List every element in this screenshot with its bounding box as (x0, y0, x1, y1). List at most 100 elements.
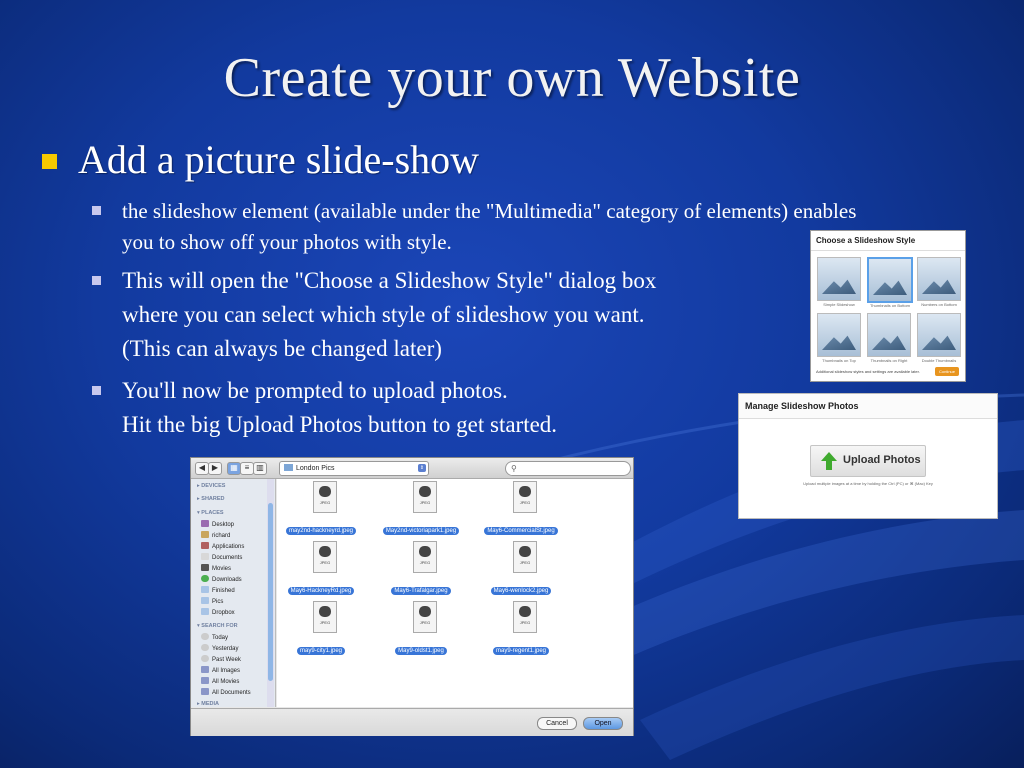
location-select[interactable]: London Pics ⇕ (279, 461, 429, 476)
smart-folder-icon (201, 688, 209, 695)
sub-bullet-line: you to show off your photos with style. (122, 230, 452, 254)
open-button[interactable]: Open (583, 717, 623, 730)
sidebar-item-home[interactable]: richard (201, 531, 230, 539)
sidebar: ▸ DEVICES ▸ SHARED ▾ PLACES Desktop rich… (191, 479, 276, 707)
jpeg-file-icon: JPEG (313, 541, 337, 573)
applications-icon (201, 542, 209, 549)
search-input[interactable]: ⚲ (505, 461, 631, 476)
style-dialog-title: Choose a Slideshow Style (811, 231, 965, 251)
sidebar-item-downloads[interactable]: Downloads (201, 575, 242, 583)
file-item[interactable]: JPEG may9-regent1.jpeg (477, 599, 565, 659)
file-name: May6-HackneyRd.jpeg (287, 587, 355, 595)
sidebar-item-movies[interactable]: Movies (201, 564, 231, 572)
sidebar-item-dropbox[interactable]: Dropbox (201, 608, 235, 616)
column-view-button[interactable]: ▥ (253, 462, 267, 475)
sub-bullet-line: Hit the big Upload Photos button to get … (122, 412, 558, 437)
file-item[interactable]: JPEG may2nd-hackneyrd.jpeg (277, 479, 365, 539)
file-name: May2nd-victoriapark1.jpeg (382, 527, 460, 535)
sub-bullet-icon (92, 276, 101, 285)
upload-arrow-icon (821, 452, 837, 470)
sidebar-section-places[interactable]: ▾ PLACES (197, 510, 224, 516)
style-caption: Double Thumbnails (921, 358, 957, 363)
continue-button[interactable]: Continue (935, 367, 959, 376)
folder-icon (201, 597, 209, 604)
file-item[interactable]: JPEG May2nd-victoriapark1.jpeg (377, 479, 465, 539)
jpeg-file-icon: JPEG (313, 481, 337, 513)
sidebar-item-finished[interactable]: Finished (201, 586, 235, 594)
cancel-button[interactable]: Cancel (537, 717, 577, 730)
file-name: May9-oldst1.jpeg (395, 647, 447, 655)
sidebar-item-desktop[interactable]: Desktop (201, 520, 234, 528)
sidebar-section-devices[interactable]: ▸ DEVICES (197, 483, 225, 489)
file-name: may9-city1.jpeg (296, 647, 346, 655)
sidebar-item-pics[interactable]: Pics (201, 597, 223, 605)
search-icon: ⚲ (511, 464, 517, 473)
style-caption: Thumbnails on Bottom (869, 303, 911, 308)
file-item[interactable]: JPEG May9-oldst1.jpeg (377, 599, 465, 659)
sidebar-section-media[interactable]: ▸ MEDIA (197, 701, 219, 707)
sidebar-item-all-documents[interactable]: All Documents (201, 688, 251, 696)
sub-bullet-icon (92, 206, 101, 215)
style-option-thumbs-right[interactable]: Thumbnails on Right (867, 313, 911, 363)
clock-icon (201, 644, 209, 651)
home-icon (201, 531, 209, 538)
style-option-simple[interactable]: Simple Slideshow (817, 257, 861, 307)
dialog-footer: Cancel Open (191, 708, 633, 736)
forward-button[interactable]: ▶ (208, 462, 222, 475)
smart-folder-icon (201, 666, 209, 673)
slide-title: Create your own Website (223, 47, 801, 109)
sidebar-item-applications[interactable]: Applications (201, 542, 244, 550)
file-name: May6-CommercialSt.jpeg (484, 527, 558, 535)
dialog-toolbar: ◀ ▶ ▦ ≡ ▥ London Pics ⇕ ⚲ (191, 458, 633, 479)
slideshow-style-dialog: Choose a Slideshow Style Simple Slidesho… (810, 230, 966, 382)
file-item[interactable]: JPEG may9-city1.jpeg (277, 599, 365, 659)
file-item[interactable]: JPEG May6-Trafalgar.jpeg (377, 539, 465, 599)
jpeg-file-icon: JPEG (313, 601, 337, 633)
file-grid: JPEG may2nd-hackneyrd.jpeg JPEG May2nd-vic… (277, 479, 633, 707)
sidebar-section-shared[interactable]: ▸ SHARED (197, 496, 225, 502)
jpeg-file-icon: JPEG (513, 481, 537, 513)
sub-bullet-icon (92, 386, 101, 395)
file-name: May6-Trafalgar.jpeg (391, 587, 451, 595)
list-view-button[interactable]: ≡ (240, 462, 254, 475)
folder-icon (284, 464, 293, 471)
file-item[interactable]: JPEG May6-HackneyRd.jpeg (277, 539, 365, 599)
file-item[interactable]: JPEG May6-wenlock2.jpeg (477, 539, 565, 599)
style-option-numbers-bottom[interactable]: Numbers on Bottom (917, 257, 961, 307)
style-option-thumbs-top[interactable]: Thumbnails on Top (817, 313, 861, 363)
clock-icon (201, 633, 209, 640)
sidebar-section-search-for[interactable]: ▾ SEARCH FOR (197, 623, 238, 629)
chevron-updown-icon: ⇕ (418, 464, 426, 472)
documents-icon (201, 553, 209, 560)
sidebar-item-today[interactable]: Today (201, 633, 228, 641)
file-item[interactable]: JPEG May6-CommercialSt.jpeg (477, 479, 565, 539)
manage-dialog-title: Manage Slideshow Photos (739, 394, 997, 419)
folder-icon (201, 586, 209, 593)
folder-icon (201, 608, 209, 615)
style-option-thumbs-bottom[interactable]: Thumbnails on Bottom (867, 257, 913, 308)
file-name: may2nd-hackneyrd.jpeg (285, 527, 357, 535)
sub-bullet-line: the slideshow element (available under t… (122, 199, 857, 223)
file-name: May6-wenlock2.jpeg (490, 587, 552, 595)
sidebar-item-all-images[interactable]: All Images (201, 666, 240, 674)
bullet-text: Add a picture slide-show (78, 137, 480, 182)
sidebar-item-documents[interactable]: Documents (201, 553, 242, 561)
jpeg-file-icon: JPEG (413, 541, 437, 573)
sub-bullet-line: You'll now be prompted to upload photos. (122, 378, 508, 403)
upload-photos-button[interactable]: Upload Photos (810, 445, 926, 477)
smart-folder-icon (201, 677, 209, 684)
back-button[interactable]: ◀ (195, 462, 209, 475)
sidebar-scrollbar-thumb[interactable] (268, 503, 273, 681)
style-footnote: Additional slideshow styles and settings… (816, 369, 920, 374)
bullet-square-icon (42, 154, 57, 169)
clock-icon (201, 655, 209, 662)
style-option-double-thumbs[interactable]: Double Thumbnails (917, 313, 961, 363)
sidebar-item-past-week[interactable]: Past Week (201, 655, 241, 663)
sidebar-item-all-movies[interactable]: All Movies (201, 677, 239, 685)
sidebar-item-yesterday[interactable]: Yesterday (201, 644, 238, 652)
icon-view-button[interactable]: ▦ (227, 462, 241, 475)
style-caption: Numbers on Bottom (921, 302, 957, 307)
jpeg-file-icon: JPEG (513, 541, 537, 573)
sub-bullet-line: This will open the "Choose a Slideshow S… (122, 268, 657, 293)
downloads-icon (201, 575, 209, 582)
